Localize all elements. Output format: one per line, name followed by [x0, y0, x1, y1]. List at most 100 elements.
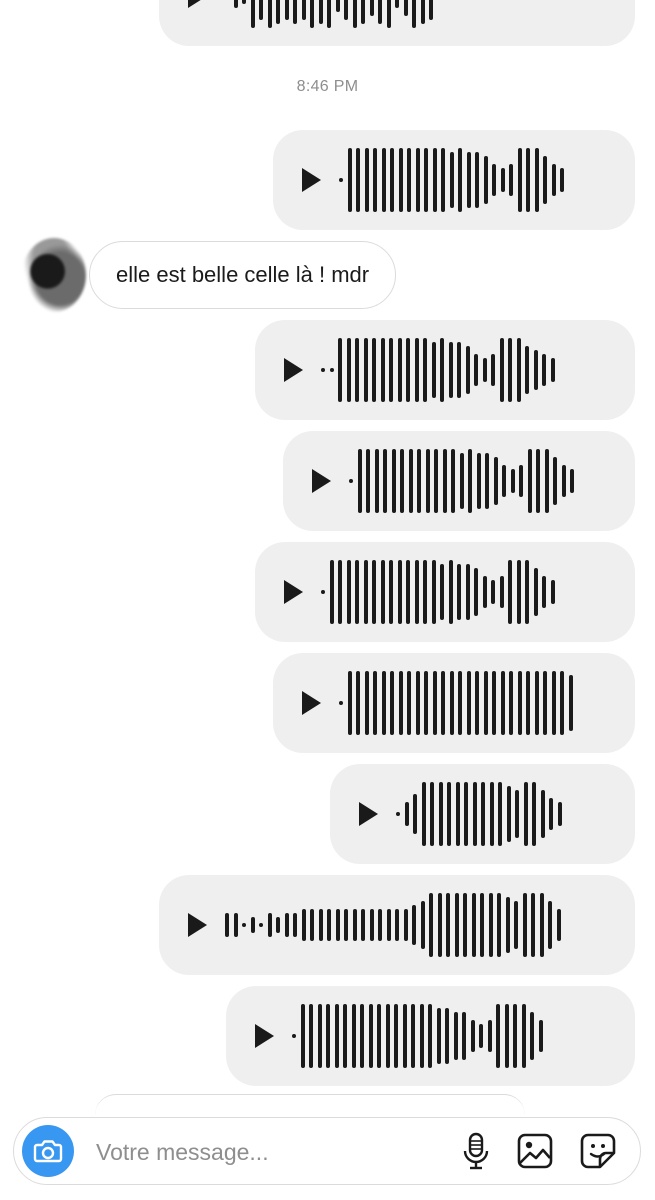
waveform-bar: [489, 782, 494, 846]
play-icon[interactable]: [309, 467, 333, 495]
camera-button[interactable]: [22, 1125, 74, 1177]
waveform-bar: [310, 909, 314, 941]
microphone-icon: [463, 1132, 489, 1170]
voice-message-bubble[interactable]: [283, 431, 635, 531]
play-icon[interactable]: [185, 0, 209, 10]
play-icon[interactable]: [299, 166, 323, 194]
sender-avatar[interactable]: [22, 238, 86, 312]
waveform-bar: [406, 338, 410, 402]
waveform-bar: [434, 449, 438, 513]
waveform-bar: [458, 671, 462, 735]
waveform-bar: [355, 560, 359, 624]
waveform-bar: [474, 568, 478, 616]
waveform-bar: [383, 449, 387, 513]
waveform-bar: [553, 457, 557, 505]
waveform-bar: [551, 671, 556, 735]
sticker-button[interactable]: [578, 1131, 618, 1171]
waveform-bar: [397, 338, 402, 402]
waveform-bar: [455, 782, 460, 846]
voice-message-bubble[interactable]: [159, 875, 635, 975]
play-icon[interactable]: [356, 800, 380, 828]
sticker-icon: [580, 1133, 616, 1169]
play-icon[interactable]: [185, 911, 209, 939]
waveform-bar: [482, 576, 487, 608]
message-composer: [13, 1117, 641, 1185]
waveform-bar: [436, 1008, 441, 1064]
waveform-bar: [364, 148, 369, 212]
waveform-bar: [542, 354, 546, 386]
waveform-bar: [420, 0, 425, 24]
voice-message-bubble[interactable]: [159, 0, 635, 46]
message-input[interactable]: [94, 1132, 428, 1172]
waveform-bar: [474, 354, 478, 386]
waveform-bar: [514, 901, 518, 949]
waveform-bar: [412, 0, 416, 28]
waveform-bar: [293, 913, 297, 937]
microphone-button[interactable]: [456, 1131, 496, 1171]
waveform-bar: [377, 1004, 381, 1068]
voice-message-bubble[interactable]: [273, 653, 635, 753]
waveform-bar: [500, 671, 505, 735]
waveform-bar: [440, 564, 444, 620]
waveform-bar: [292, 1034, 296, 1038]
waveform-bar: [542, 576, 546, 608]
waveform-bar: [560, 671, 564, 735]
voice-message-bubble[interactable]: [255, 320, 635, 420]
voice-message-bubble[interactable]: [273, 130, 635, 230]
waveform-bar: [250, 917, 255, 933]
voice-message-bubble[interactable]: [255, 542, 635, 642]
waveform-bar: [534, 148, 539, 212]
waveform-bar: [321, 590, 325, 594]
play-icon[interactable]: [281, 356, 305, 384]
waveform-bar: [250, 0, 255, 28]
play-icon[interactable]: [252, 1022, 276, 1050]
play-icon[interactable]: [299, 689, 323, 717]
partial-message-bubble: [95, 1094, 525, 1115]
waveform-bar: [233, 0, 238, 8]
waveform-bar: [338, 338, 342, 402]
waveform-bar: [403, 0, 408, 16]
waveform-bar: [549, 798, 553, 830]
waveform-bar: [396, 812, 400, 816]
gallery-button[interactable]: [515, 1131, 555, 1171]
waveform-bar: [301, 909, 306, 941]
waveform-bar: [466, 152, 471, 208]
waveform-bar: [429, 893, 433, 957]
waveform-bar: [551, 164, 556, 196]
waveform-bar: [293, 0, 297, 24]
waveform-bar: [339, 178, 343, 182]
waveform-bar: [530, 1012, 534, 1060]
play-icon[interactable]: [281, 578, 305, 606]
waveform-bar: [394, 1004, 398, 1068]
voice-message-bubble[interactable]: [226, 986, 635, 1086]
waveform-bar: [267, 913, 272, 937]
waveform-bar: [449, 671, 454, 735]
waveform-bar: [445, 1008, 449, 1064]
waveform: [321, 335, 559, 405]
waveform-bar: [309, 1004, 313, 1068]
waveform-bar: [448, 560, 453, 624]
waveform-bar: [543, 671, 547, 735]
waveform-bar: [480, 893, 484, 957]
waveform-bar: [453, 1012, 458, 1060]
waveform-bar: [373, 148, 377, 212]
waveform-bar: [423, 560, 427, 624]
waveform-bar: [457, 564, 461, 620]
waveform-bar: [329, 368, 334, 372]
waveform-bar: [378, 909, 382, 941]
waveform-bar: [355, 338, 359, 402]
waveform-bar: [335, 909, 340, 941]
waveform-bar: [411, 1004, 415, 1068]
waveform-bar: [372, 560, 376, 624]
waveform-bar: [505, 897, 510, 953]
waveform-bar: [419, 1004, 424, 1068]
waveform-bar: [496, 1004, 500, 1068]
waveform-bar: [428, 1004, 432, 1068]
waveform-bar: [459, 453, 464, 509]
waveform-bar: [259, 923, 263, 927]
voice-message-bubble[interactable]: [330, 764, 635, 864]
waveform-bar: [327, 909, 331, 941]
waveform-bar: [539, 893, 544, 957]
incoming-message-bubble[interactable]: elle est belle celle là ! mdr: [89, 241, 397, 309]
waveform-bar: [346, 338, 351, 402]
